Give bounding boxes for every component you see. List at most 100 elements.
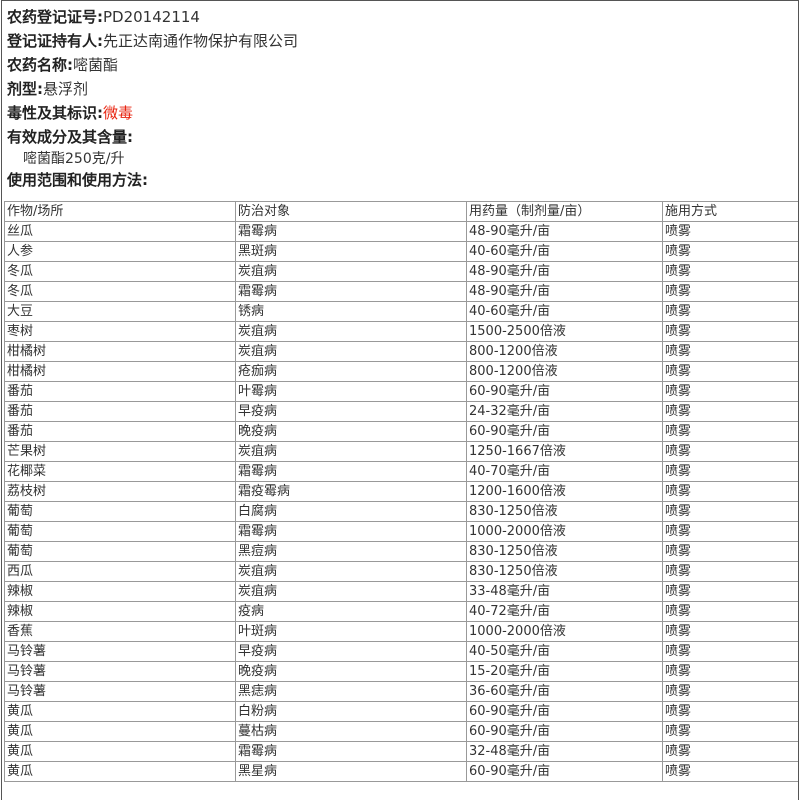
cell-dosage: 830-1250倍液 — [466, 541, 663, 562]
cell-method: 喷雾 — [662, 421, 798, 442]
cell-dosage: 60-90毫升/亩 — [466, 701, 663, 722]
usage-table-body: 丝瓜 霜霉病 48-90毫升/亩 喷雾 人参 黑斑病 40-60毫升/亩 喷雾 冬瓜 炭疽病 48-… — [4, 221, 798, 782]
cell-target: 黑痣病 — [235, 681, 467, 702]
table-row: 人参 黑斑病 40-60毫升/亩 喷雾 — [4, 241, 798, 262]
header-dosage: 用药量（制剂量/亩） — [466, 201, 663, 222]
cell-crop: 西瓜 — [4, 561, 236, 582]
cell-dosage: 60-90毫升/亩 — [466, 761, 663, 782]
cell-target: 炭疽病 — [235, 261, 467, 282]
cell-crop: 冬瓜 — [4, 261, 236, 282]
cell-crop: 番茄 — [4, 381, 236, 402]
cell-target: 白粉病 — [235, 701, 467, 722]
cell-crop: 马铃薯 — [4, 661, 236, 682]
table-row: 黄瓜 白粉病 60-90毫升/亩 喷雾 — [4, 701, 798, 722]
cell-dosage: 1000-2000倍液 — [466, 521, 663, 542]
cell-dosage: 32-48毫升/亩 — [466, 741, 663, 762]
table-row: 荔枝树 霜疫霉病 1200-1600倍液 喷雾 — [4, 481, 798, 502]
cell-dosage: 48-90毫升/亩 — [466, 261, 663, 282]
table-row: 丝瓜 霜霉病 48-90毫升/亩 喷雾 — [4, 221, 798, 242]
cell-crop: 黄瓜 — [4, 741, 236, 762]
cell-target: 叶霉病 — [235, 381, 467, 402]
table-row: 黄瓜 霜霉病 32-48毫升/亩 喷雾 — [4, 741, 798, 762]
cell-method: 喷雾 — [662, 661, 798, 682]
table-row: 黄瓜 黑星病 60-90毫升/亩 喷雾 — [4, 761, 798, 782]
registration-page: 农药登记证号:PD20142114 登记证持有人:先正达南通作物保护有限公司 农… — [1, 0, 799, 800]
cell-target: 炭疽病 — [235, 581, 467, 602]
cell-target: 炭疽病 — [235, 341, 467, 362]
cell-target: 炭疽病 — [235, 561, 467, 582]
cell-target: 早疫病 — [235, 641, 467, 662]
table-row: 马铃薯 早疫病 40-50毫升/亩 喷雾 — [4, 641, 798, 662]
cell-target: 霜疫霉病 — [235, 481, 467, 502]
cell-dosage: 40-72毫升/亩 — [466, 601, 663, 622]
toxicity-label: 毒性及其标识: — [7, 104, 103, 122]
cell-crop: 芒果树 — [4, 441, 236, 462]
cell-dosage: 1500-2500倍液 — [466, 321, 663, 342]
cell-method: 喷雾 — [662, 401, 798, 422]
table-row: 冬瓜 霜霉病 48-90毫升/亩 喷雾 — [4, 281, 798, 302]
table-row: 马铃薯 晚疫病 15-20毫升/亩 喷雾 — [4, 661, 798, 682]
cell-crop: 枣树 — [4, 321, 236, 342]
holder-value: 先正达南通作物保护有限公司 — [103, 32, 299, 50]
cell-method: 喷雾 — [662, 301, 798, 322]
cell-target: 蔓枯病 — [235, 721, 467, 742]
cell-method: 喷雾 — [662, 761, 798, 782]
cell-method: 喷雾 — [662, 321, 798, 342]
pesticide-name-line: 农药名称:嘧菌酯 — [7, 53, 798, 77]
usage-table-header-row: 作物/场所 防治对象 用药量（制剂量/亩） 施用方式 — [4, 201, 798, 222]
cell-method: 喷雾 — [662, 501, 798, 522]
cell-target: 黑痘病 — [235, 541, 467, 562]
table-row: 辣椒 炭疽病 33-48毫升/亩 喷雾 — [4, 581, 798, 602]
cell-target: 炭疽病 — [235, 321, 467, 342]
table-row: 葡萄 黑痘病 830-1250倍液 喷雾 — [4, 541, 798, 562]
cell-method: 喷雾 — [662, 221, 798, 242]
cell-dosage: 40-60毫升/亩 — [466, 241, 663, 262]
cell-dosage: 33-48毫升/亩 — [466, 581, 663, 602]
cell-target: 白腐病 — [235, 501, 467, 522]
cell-crop: 葡萄 — [4, 521, 236, 542]
cell-crop: 冬瓜 — [4, 281, 236, 302]
ingredients-line: 有效成分及其含量: — [7, 125, 798, 149]
cell-dosage: 40-60毫升/亩 — [466, 301, 663, 322]
cell-dosage: 40-50毫升/亩 — [466, 641, 663, 662]
formulation-line: 剂型:悬浮剂 — [7, 77, 798, 101]
cell-crop: 黄瓜 — [4, 761, 236, 782]
cell-target: 叶斑病 — [235, 621, 467, 642]
cell-crop: 马铃薯 — [4, 681, 236, 702]
cell-dosage: 1000-2000倍液 — [466, 621, 663, 642]
cell-dosage: 830-1250倍液 — [466, 561, 663, 582]
toxicity-line: 毒性及其标识:微毒 — [7, 101, 798, 125]
table-row: 番茄 叶霉病 60-90毫升/亩 喷雾 — [4, 381, 798, 402]
cell-method: 喷雾 — [662, 261, 798, 282]
cell-crop: 葡萄 — [4, 501, 236, 522]
cell-method: 喷雾 — [662, 521, 798, 542]
header-crop: 作物/场所 — [4, 201, 236, 222]
holder-line: 登记证持有人:先正达南通作物保护有限公司 — [7, 29, 798, 53]
cell-crop: 柑橘树 — [4, 341, 236, 362]
header-method: 施用方式 — [662, 201, 798, 222]
cell-target: 锈病 — [235, 301, 467, 322]
table-row: 马铃薯 黑痣病 36-60毫升/亩 喷雾 — [4, 681, 798, 702]
cell-crop: 番茄 — [4, 421, 236, 442]
cell-crop: 番茄 — [4, 401, 236, 422]
cell-method: 喷雾 — [662, 481, 798, 502]
cell-method: 喷雾 — [662, 281, 798, 302]
cell-dosage: 15-20毫升/亩 — [466, 661, 663, 682]
table-row: 芒果树 炭疽病 1250-1667倍液 喷雾 — [4, 441, 798, 462]
cell-crop: 黄瓜 — [4, 701, 236, 722]
cell-dosage: 830-1250倍液 — [466, 501, 663, 522]
cell-crop: 黄瓜 — [4, 721, 236, 742]
cell-crop: 大豆 — [4, 301, 236, 322]
cell-target: 霜霉病 — [235, 281, 467, 302]
formulation-value: 悬浮剂 — [43, 80, 89, 98]
cell-method: 喷雾 — [662, 681, 798, 702]
cell-method: 喷雾 — [662, 241, 798, 262]
cell-method: 喷雾 — [662, 441, 798, 462]
toxicity-value: 微毒 — [103, 104, 134, 122]
cell-method: 喷雾 — [662, 741, 798, 762]
table-row: 番茄 早疫病 24-32毫升/亩 喷雾 — [4, 401, 798, 422]
pesticide-name-label: 农药名称: — [7, 56, 73, 74]
cell-method: 喷雾 — [662, 541, 798, 562]
cell-target: 霜霉病 — [235, 741, 467, 762]
registration-number-value: PD20142114 — [103, 8, 200, 26]
